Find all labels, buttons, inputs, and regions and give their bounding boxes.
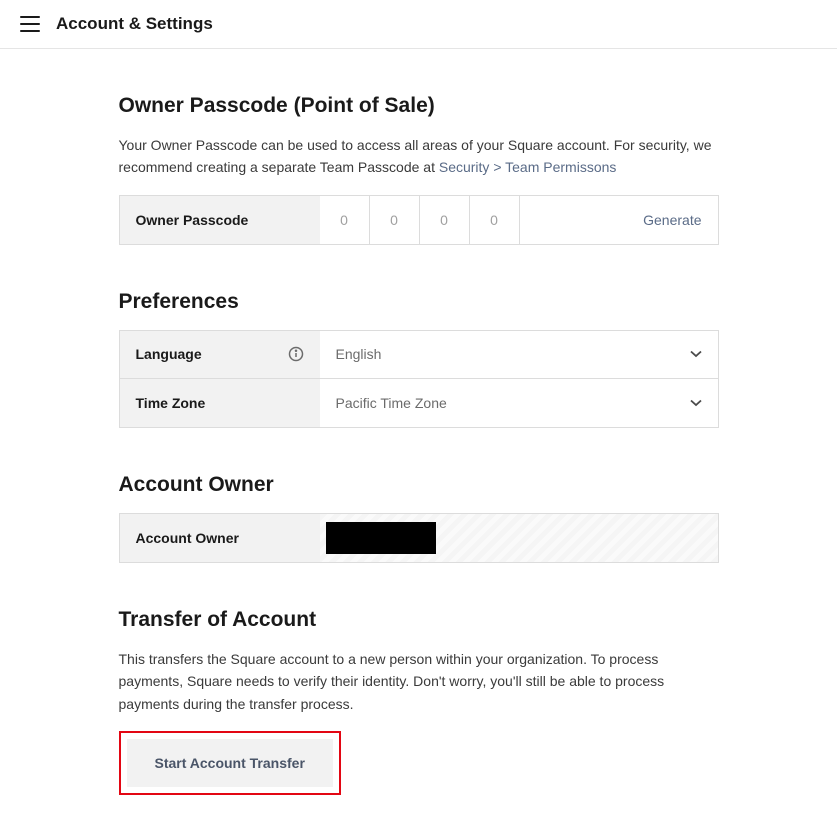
owner-passcode-title: Owner Passcode (Point of Sale) — [119, 94, 719, 118]
transfer-title: Transfer of Account — [119, 608, 719, 632]
timezone-value: Pacific Time Zone — [336, 395, 447, 411]
passcode-digit-3[interactable]: 0 — [420, 196, 470, 244]
transfer-section: Transfer of Account This transfers the S… — [119, 608, 719, 795]
transfer-description: This transfers the Square account to a n… — [119, 648, 719, 715]
hamburger-menu-icon[interactable] — [20, 16, 40, 32]
passcode-label: Owner Passcode — [120, 196, 320, 244]
passcode-digits: 0 0 0 0 — [320, 196, 520, 244]
preferences-title: Preferences — [119, 290, 719, 314]
preferences-table: Language English — [119, 330, 719, 428]
owner-passcode-desc-text: Your Owner Passcode can be used to acces… — [119, 137, 712, 175]
language-select[interactable]: English — [320, 331, 718, 378]
redacted-owner-name — [326, 522, 436, 554]
language-value: English — [336, 346, 382, 362]
generate-button[interactable]: Generate — [643, 196, 717, 244]
passcode-digit-2[interactable]: 0 — [370, 196, 420, 244]
passcode-table: Owner Passcode 0 0 0 0 Generate — [119, 195, 719, 245]
chevron-down-icon — [690, 347, 702, 361]
chevron-down-icon — [690, 396, 702, 410]
owner-passcode-section: Owner Passcode (Point of Sale) Your Owne… — [119, 94, 719, 245]
start-account-transfer-button[interactable]: Start Account Transfer — [127, 739, 333, 787]
language-label: Language — [120, 331, 320, 378]
content: Owner Passcode (Point of Sale) Your Owne… — [119, 49, 719, 795]
passcode-digit-1[interactable]: 0 — [320, 196, 370, 244]
info-icon[interactable] — [288, 346, 304, 362]
account-owner-section: Account Owner Account Owner — [119, 473, 719, 563]
header: Account & Settings — [0, 0, 837, 49]
passcode-digit-4[interactable]: 0 — [470, 196, 520, 244]
timezone-select[interactable]: Pacific Time Zone — [320, 379, 718, 427]
account-owner-title: Account Owner — [119, 473, 719, 497]
transfer-button-highlight: Start Account Transfer — [119, 731, 341, 795]
account-owner-value — [320, 514, 718, 562]
timezone-label: Time Zone — [120, 379, 320, 427]
team-permissions-link[interactable]: Security > Team Permissons — [439, 159, 617, 175]
language-label-text: Language — [136, 346, 202, 362]
account-owner-label: Account Owner — [120, 514, 320, 562]
account-owner-table: Account Owner — [119, 513, 719, 563]
page-title: Account & Settings — [56, 14, 213, 34]
preferences-section: Preferences Language English — [119, 290, 719, 428]
owner-passcode-description: Your Owner Passcode can be used to acces… — [119, 134, 719, 179]
